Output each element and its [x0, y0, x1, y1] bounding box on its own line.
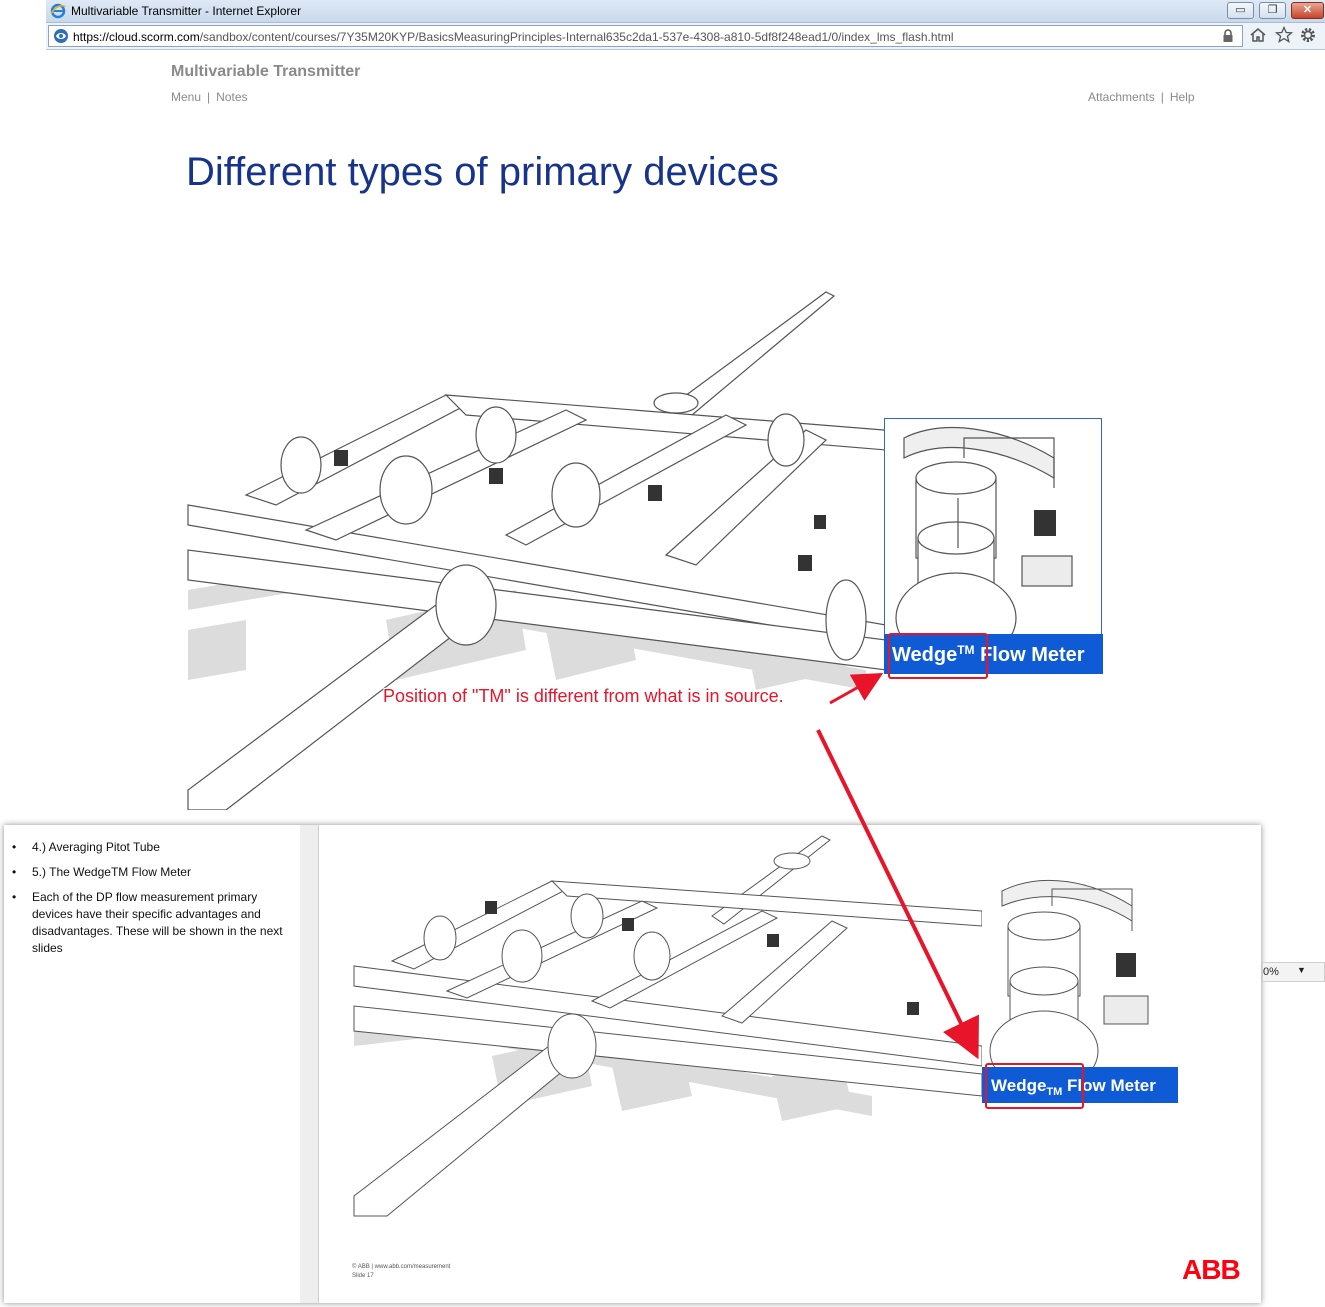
slide-footer-url: © ABB | www.abb.com/measurement [352, 1264, 451, 1270]
arrow-to-bottom-banner [816, 729, 979, 1060]
zoom-control[interactable]: 0% ▼ [1262, 962, 1325, 982]
slide-number: Slide 17 [352, 1273, 374, 1279]
abb-logo: ABB [1182, 1254, 1241, 1282]
svg-text:ABB: ABB [1182, 1254, 1240, 1282]
arrow-to-top-banner [829, 673, 884, 705]
chevron-down-icon: ▼ [1297, 965, 1306, 975]
annotation-arrows [816, 673, 979, 1060]
zoom-value: 0% [1263, 966, 1279, 978]
